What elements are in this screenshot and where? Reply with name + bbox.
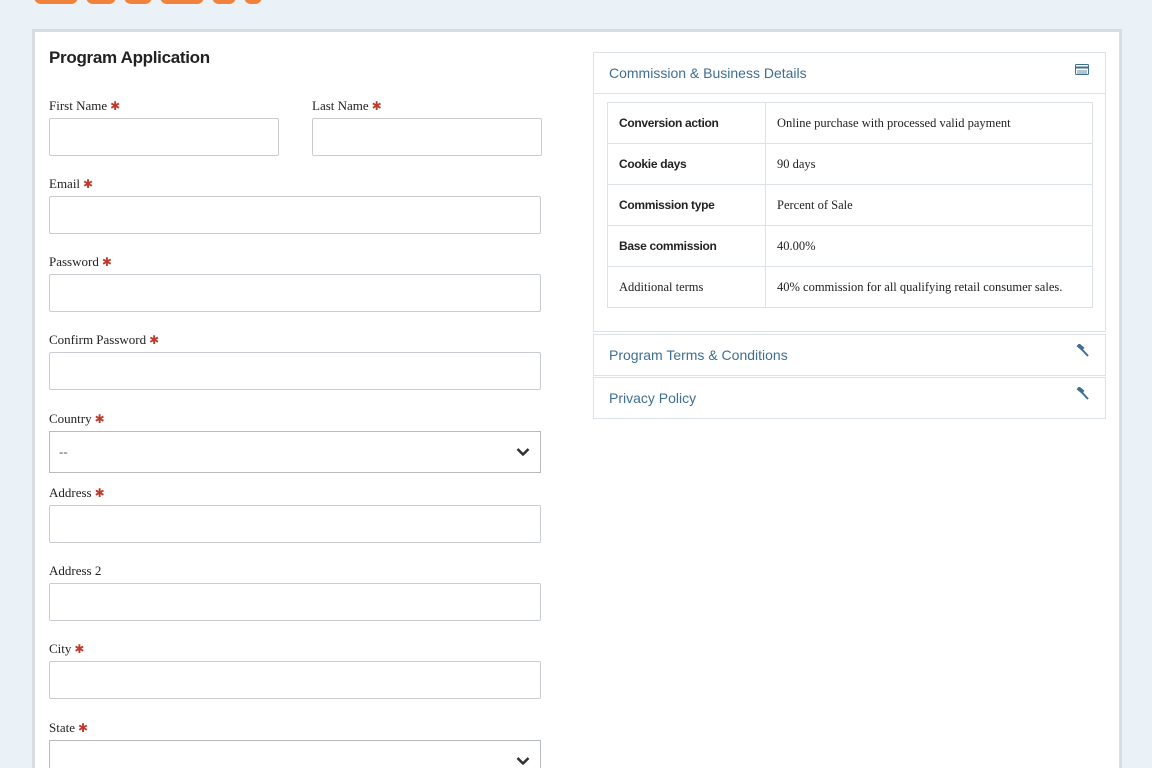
table-row: Conversion action Online purchase with p… xyxy=(607,102,1093,144)
table-row: Additional terms 40% commission for all … xyxy=(607,266,1093,308)
detail-value: Percent of Sale xyxy=(765,184,1093,226)
first-name-label: First Name ✱ xyxy=(49,98,121,113)
table-row: Commission type Percent of Sale xyxy=(607,184,1093,226)
table-row: Base commission 40.00% xyxy=(607,225,1093,267)
email-input[interactable] xyxy=(49,196,541,234)
detail-value: Online purchase with processed valid pay… xyxy=(765,102,1093,144)
detail-value: 40.00% xyxy=(765,225,1093,267)
commission-table: Conversion action Online purchase with p… xyxy=(607,102,1093,308)
table-row: Cookie days 90 days xyxy=(607,143,1093,185)
terms-panel-heading[interactable]: Program Terms & Conditions xyxy=(609,347,788,363)
confirm-password-label: Confirm Password ✱ xyxy=(49,332,160,347)
country-label: Country ✱ xyxy=(49,411,105,426)
gavel-icon[interactable] xyxy=(1075,387,1089,401)
application-card: Program Application First Name ✱ Last Nam… xyxy=(32,29,1122,768)
commission-panel: Commission & Business Details Conversion… xyxy=(593,52,1106,332)
password-label: Password ✱ xyxy=(49,254,112,269)
required-asterisk: ✱ xyxy=(94,486,105,500)
detail-key: Additional terms xyxy=(607,266,766,308)
chevron-down-icon xyxy=(516,448,530,456)
state-select[interactable] xyxy=(49,740,541,768)
last-name-input[interactable] xyxy=(312,118,542,156)
country-select[interactable]: -- xyxy=(49,431,541,473)
card-icon[interactable] xyxy=(1075,63,1089,77)
detail-value: 40% commission for all qualifying retail… xyxy=(765,266,1093,308)
detail-key: Conversion action xyxy=(607,102,766,144)
gavel-icon[interactable] xyxy=(1075,344,1089,358)
required-asterisk: ✱ xyxy=(101,255,112,269)
city-label: City ✱ xyxy=(49,641,85,656)
city-input[interactable] xyxy=(49,661,541,699)
required-asterisk: ✱ xyxy=(94,412,105,426)
state-label: State ✱ xyxy=(49,720,89,735)
required-asterisk: ✱ xyxy=(83,177,94,191)
detail-key: Commission type xyxy=(607,184,766,226)
first-name-input[interactable] xyxy=(49,118,279,156)
country-selected-value: -- xyxy=(59,444,68,459)
last-name-label: Last Name ✱ xyxy=(312,98,382,113)
email-label: Email ✱ xyxy=(49,176,94,191)
address2-input[interactable] xyxy=(49,583,541,621)
detail-value: 90 days xyxy=(765,143,1093,185)
commission-panel-heading[interactable]: Commission & Business Details xyxy=(609,65,807,81)
chevron-down-icon xyxy=(516,757,530,765)
required-asterisk: ✱ xyxy=(74,642,85,656)
address2-label: Address 2 xyxy=(49,563,102,578)
terms-panel[interactable]: Program Terms & Conditions xyxy=(593,334,1106,376)
privacy-panel[interactable]: Privacy Policy xyxy=(593,377,1106,419)
detail-key: Cookie days xyxy=(607,143,766,185)
detail-key: Base commission xyxy=(607,225,766,267)
brand-logo[interactable]: popularis xyxy=(34,0,274,12)
required-asterisk: ✱ xyxy=(110,99,121,113)
required-asterisk: ✱ xyxy=(78,721,89,735)
required-asterisk: ✱ xyxy=(371,99,382,113)
address-label: Address ✱ xyxy=(49,485,105,500)
form-title: Program Application xyxy=(49,48,210,67)
confirm-password-input[interactable] xyxy=(49,352,541,390)
address-input[interactable] xyxy=(49,505,541,543)
panel-divider xyxy=(594,93,1105,94)
password-input[interactable] xyxy=(49,274,541,312)
required-asterisk: ✱ xyxy=(149,333,160,347)
privacy-panel-heading[interactable]: Privacy Policy xyxy=(609,390,696,406)
